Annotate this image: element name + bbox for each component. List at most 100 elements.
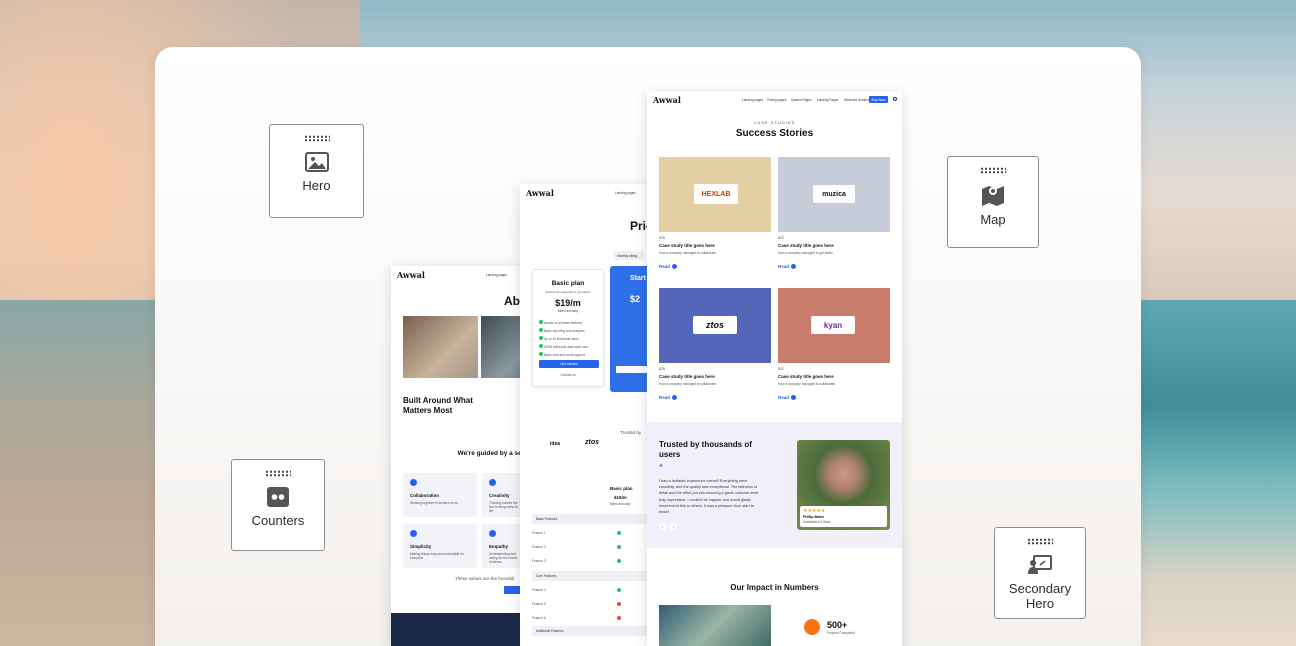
compare-row: Feature 6 (532, 616, 546, 620)
hero-label-card: Hero (269, 124, 364, 218)
feature-item: 20GB individual data each user (539, 344, 588, 349)
case-image[interactable]: HEXLAB (659, 157, 771, 232)
next-button[interactable]: › (670, 523, 677, 530)
value-title: Creativity (489, 493, 510, 498)
impact-label: Projects Completed (827, 631, 855, 635)
case-desc: How a company managed to collaborate (778, 382, 836, 386)
muzica-logo: muzica (822, 190, 846, 198)
trusted-by-label: Trusted by (620, 430, 642, 435)
logo: Awwal (526, 188, 554, 198)
buy-now-button[interactable]: Buy Now (869, 96, 888, 103)
check-icon (539, 328, 543, 332)
drag-handle-icon (980, 167, 1006, 174)
compare-row: Feature 4 (532, 588, 546, 592)
image-icon (304, 152, 329, 172)
read-link[interactable]: Read (778, 395, 797, 400)
plan-billed: Billed annually (557, 309, 579, 313)
impact-value: 500+ (827, 620, 848, 630)
compare-plan-price: $19/m (614, 495, 627, 500)
value-icon (410, 479, 417, 486)
value-title: Empathy (489, 544, 509, 549)
testimonial-section: Trusted by thousands of users “ I had a … (647, 422, 902, 548)
case-tag: B2C (778, 236, 785, 240)
compare-row: Feature 3 (532, 559, 546, 563)
read-link[interactable]: Read (659, 395, 678, 400)
read-link[interactable]: Read (659, 264, 678, 269)
feature-list: Access to all basic features Basic repor… (539, 320, 588, 357)
plan-price: $19/m (555, 298, 581, 308)
billing-toggle-label: Monthly billing (617, 253, 638, 258)
case-title: Case study title goes here (778, 243, 834, 248)
value-card: Simplicity Making things easy and access… (403, 524, 477, 568)
kyan-logo: kyan (823, 320, 843, 330)
check-icon (539, 336, 543, 340)
feature-item: Access to all basic features (539, 320, 588, 325)
drag-handle-icon (1027, 538, 1053, 545)
label-text: Hero (302, 178, 331, 193)
case-image[interactable]: kyan (778, 288, 890, 363)
arrow-right-icon (791, 395, 797, 400)
about-heading: Built Around What Matters Most (403, 396, 473, 415)
reviewer-role: Satisfaction 5 Stars (803, 520, 831, 524)
value-text: Understanding and caring for the needs o… (489, 552, 518, 564)
prev-button[interactable]: ‹ (659, 523, 666, 530)
logo: Awwal (397, 270, 425, 280)
brand-badge: muzica (813, 185, 855, 203)
cross-icon (617, 616, 621, 620)
arrow-right-icon (791, 264, 797, 269)
arrow-right-icon (672, 264, 678, 269)
check-icon (617, 531, 621, 535)
testimonial-quote: I had a fantastic experience overall! Ev… (659, 479, 759, 515)
check-icon (617, 545, 621, 549)
rating-stars: ★★★★★ (803, 508, 826, 514)
read-link[interactable]: Read (778, 264, 797, 269)
nav-item[interactable]: Landing pages (615, 191, 636, 195)
testimonial-photo: ★★★★★ Phillip Bates Satisfaction 5 Stars (797, 440, 890, 530)
case-title: Case study title goes here (659, 374, 715, 379)
counters-label-card: Counters (231, 459, 325, 551)
case-desc: How a company managed to collaborate (659, 382, 717, 386)
reviewer-name: Phillip Bates (803, 515, 825, 519)
drag-handle-icon (303, 135, 330, 142)
team-photo (403, 316, 478, 378)
nav-item[interactable]: Welcome Section (844, 98, 869, 102)
plan-name: Start (630, 275, 646, 282)
compare-row: Feature 2 (532, 545, 546, 549)
arrow-right-icon (672, 395, 678, 400)
brand-badge: kyan (811, 316, 855, 334)
search-icon[interactable] (893, 97, 897, 101)
value-card: Collaboration Working together to achiev… (403, 473, 477, 517)
plan-name: Basic plan (551, 280, 585, 287)
value-title: Simplicity (410, 544, 432, 549)
case-tag: B2B (659, 367, 666, 371)
contact-us-link[interactable]: Contact us (533, 373, 603, 377)
nav-item[interactable]: Pricing pages (767, 98, 786, 102)
testimonial-title: Trusted by thousands of users (659, 440, 752, 459)
map-icon (982, 186, 1004, 206)
plan-price: $2 (630, 294, 641, 304)
compare-group-header: Core Features (532, 571, 660, 581)
value-text: Thinking outside the box to bring ideas … (489, 501, 518, 513)
case-image[interactable]: ztos (659, 288, 771, 363)
value-icon (410, 530, 417, 537)
nav-item[interactable]: Landing pages (486, 273, 507, 277)
compare-row: Feature 1 (532, 531, 546, 535)
nav-item[interactable]: Landing Pages (817, 98, 838, 102)
basic-plan-card: Basic plan Explore the essentials to get… (532, 269, 604, 387)
compare-group-header: Basic Features (532, 514, 660, 524)
check-icon (539, 320, 543, 324)
billing-toggle[interactable]: Monthly billing (614, 251, 644, 260)
nav-item[interactable]: Landing pages (742, 98, 763, 102)
case-title: Case study title goes here (778, 374, 834, 379)
impact-icon (804, 619, 820, 635)
map-label-card: Map (947, 156, 1039, 248)
brand-badge: ztos (693, 316, 737, 334)
value-icon (489, 530, 496, 537)
compare-group-header: Additional Features (532, 626, 660, 636)
get-started-button[interactable]: Get started (539, 360, 599, 368)
quote-icon: “ (659, 463, 663, 472)
case-tag: B2B (659, 236, 666, 240)
value-text: Making things easy and accessible for ev… (410, 552, 464, 560)
nav-item[interactable]: System Pages (791, 98, 812, 102)
case-image[interactable]: muzica (778, 157, 890, 232)
